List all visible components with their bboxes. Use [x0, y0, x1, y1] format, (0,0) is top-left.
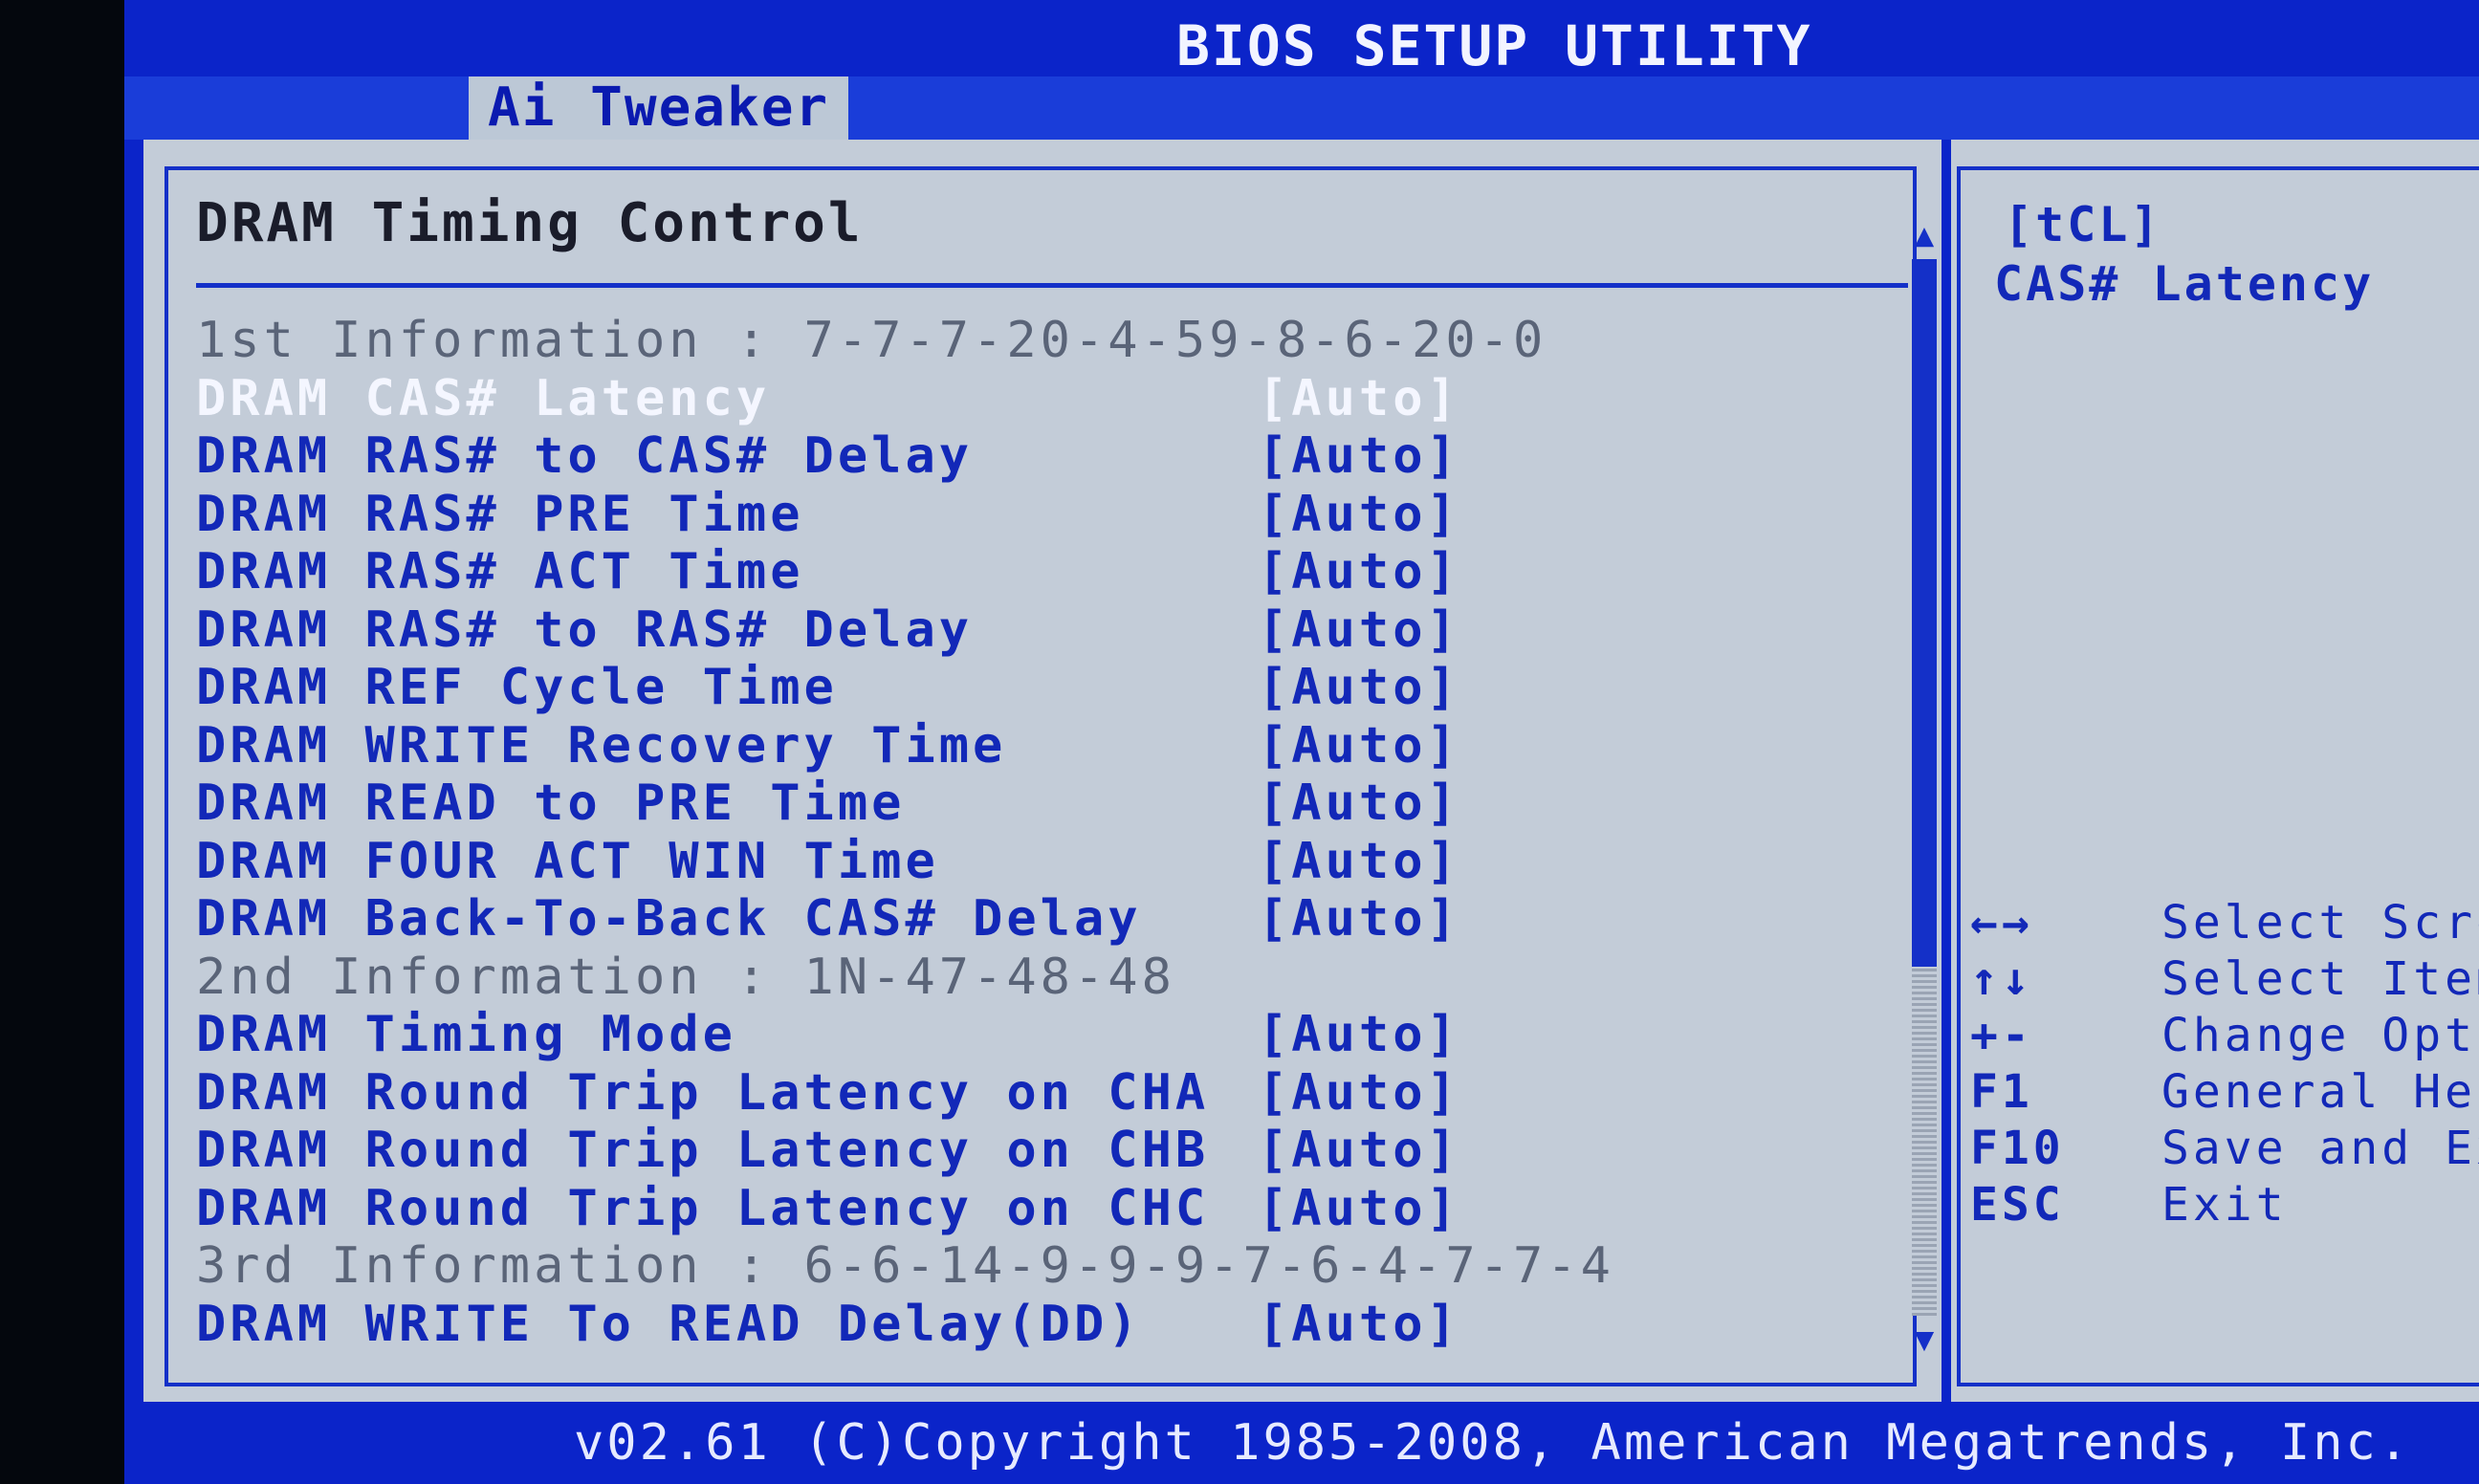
setting-value[interactable]: [Auto] [1258, 427, 1460, 486]
help-panel: [tCL] CAS# Latency ←→ Select Scre ↑↓ Select… [1951, 140, 2479, 1402]
setting-row[interactable]: DRAM Timing Mode [Auto] [196, 1006, 1822, 1064]
key-name: ←→ [1970, 896, 2033, 949]
setting-value[interactable]: [Auto] [1258, 833, 1460, 891]
info-line: 3rd Information : 6-6-14-9-9-9-7-6-4-7-7… [196, 1237, 1822, 1296]
setting-row[interactable]: DRAM WRITE To READ Delay(DD) [Auto] [196, 1296, 1822, 1354]
key-legend-item: +- Change Opti [1970, 1008, 2479, 1064]
key-description: Change Opti [2161, 1009, 2479, 1062]
key-name: F1 [1970, 1065, 2033, 1119]
setting-value[interactable]: [Auto] [1258, 543, 1460, 601]
footer: v02.61 (C)Copyright 1985-2008, American … [124, 1402, 2479, 1484]
title-divider [196, 283, 1908, 288]
setting-row[interactable]: DRAM FOUR ACT WIN Time [Auto] [196, 833, 1822, 891]
scroll-thumb[interactable] [1912, 259, 1937, 967]
settings-list: 1st Information : 7-7-7-20-4-59-8-6-20-0… [196, 312, 1822, 1353]
setting-label: DRAM Round Trip Latency on CHA [196, 1063, 1210, 1122]
section-title: DRAM Timing Control [196, 192, 864, 254]
setting-value[interactable]: [Auto] [1258, 486, 1460, 544]
main-panel: DRAM Timing Control 1st Information : 7-… [143, 140, 1942, 1402]
setting-label: DRAM Back-To-Back CAS# Delay [196, 890, 1142, 948]
info-text: 3rd Information : 6-6-14-9-9-9-7-6-4-7-7… [196, 1237, 1614, 1295]
key-legend-item: ↑↓ Select Item [1970, 951, 2479, 1008]
bios-screen: BIOS SETUP UTILITY Ai Tweaker DRAM Timin… [124, 0, 2479, 1484]
info-text: 2nd Information : 1N-47-48-48 [196, 948, 1175, 1006]
setting-value[interactable]: [Auto] [1258, 370, 1460, 428]
copyright-text: v02.61 (C)Copyright 1985-2008, American … [574, 1414, 2412, 1472]
setting-label: DRAM WRITE To READ Delay(DD) [196, 1295, 1142, 1353]
setting-row[interactable]: DRAM RAS# to RAS# Delay [Auto] [196, 601, 1822, 660]
setting-value[interactable]: [Auto] [1258, 1296, 1460, 1354]
key-description: Select Scre [2161, 896, 2479, 949]
setting-label: DRAM REF Cycle Time [196, 659, 838, 716]
setting-row[interactable]: DRAM RAS# to CAS# Delay [Auto] [196, 427, 1822, 486]
scrollbar[interactable]: ▲ ▼ [1908, 216, 1941, 1364]
setting-value[interactable]: [Auto] [1258, 717, 1460, 775]
setting-label: DRAM Round Trip Latency on CHB [196, 1122, 1210, 1179]
key-legend-item: F10 Save and Ex [1970, 1121, 2479, 1177]
help-item-key: [tCL] [2004, 197, 2162, 252]
key-legend-item: ESC Exit [1970, 1177, 2479, 1233]
key-description: Save and Ex [2161, 1122, 2479, 1175]
setting-value[interactable]: [Auto] [1258, 775, 1460, 833]
key-legend-item: F1 General Hel [1970, 1064, 2479, 1121]
setting-row[interactable]: DRAM Round Trip Latency on CHB [Auto] [196, 1122, 1822, 1180]
setting-label: DRAM CAS# Latency [196, 369, 771, 427]
key-name: ↑↓ [1970, 952, 2033, 1006]
setting-row[interactable]: DRAM Round Trip Latency on CHC [Auto] [196, 1180, 1822, 1238]
setting-label: DRAM WRITE Recovery Time [196, 716, 1007, 775]
setting-value[interactable]: [Auto] [1258, 1180, 1460, 1238]
window-title: BIOS SETUP UTILITY [1176, 13, 1812, 78]
setting-row[interactable]: DRAM RAS# ACT Time [Auto] [196, 543, 1822, 601]
setting-label: DRAM Timing Mode [196, 1006, 736, 1063]
key-description: Select Item [2161, 952, 2479, 1006]
key-name: ESC [1970, 1178, 2065, 1232]
key-legend-item: ←→ Select Scre [1970, 895, 2479, 951]
scroll-track[interactable] [1912, 967, 1937, 1316]
key-description: Exit [2161, 1178, 2288, 1232]
setting-row[interactable]: DRAM RAS# PRE Time [Auto] [196, 486, 1822, 544]
setting-value[interactable]: [Auto] [1258, 659, 1460, 717]
setting-row[interactable]: DRAM REF Cycle Time [Auto] [196, 659, 1822, 717]
setting-row[interactable]: DRAM Round Trip Latency on CHA [Auto] [196, 1064, 1822, 1123]
setting-row[interactable]: DRAM WRITE Recovery Time [Auto] [196, 717, 1822, 775]
tab-ai-tweaker[interactable]: Ai Tweaker [469, 76, 849, 140]
setting-value[interactable]: [Auto] [1258, 1122, 1460, 1180]
setting-label: DRAM RAS# to CAS# Delay [196, 427, 974, 485]
setting-label: DRAM RAS# PRE Time [196, 485, 804, 543]
setting-label: DRAM FOUR ACT WIN Time [196, 832, 939, 890]
setting-row[interactable]: DRAM Back-To-Back CAS# Delay [Auto] [196, 890, 1822, 949]
info-text: 1st Information : 7-7-7-20-4-59-8-6-20-0 [196, 312, 1547, 369]
setting-label: DRAM READ to PRE Time [196, 775, 906, 832]
scroll-down-icon[interactable]: ▼ [1908, 1320, 1941, 1359]
setting-label: DRAM RAS# ACT Time [196, 543, 804, 600]
key-name: +- [1970, 1009, 2033, 1062]
key-legend: ←→ Select Scre ↑↓ Select Item +- Change Opti F… [1970, 895, 2479, 1233]
setting-value[interactable]: [Auto] [1258, 601, 1460, 660]
scroll-up-icon[interactable]: ▲ [1908, 216, 1941, 254]
setting-row[interactable]: DRAM READ to PRE Time [Auto] [196, 775, 1822, 833]
setting-row-selected[interactable]: DRAM CAS# Latency [Auto] [196, 370, 1822, 428]
key-description: General Hel [2161, 1065, 2479, 1119]
setting-label: DRAM RAS# to RAS# Delay [196, 600, 974, 659]
key-name: F10 [1970, 1122, 2065, 1175]
setting-value[interactable]: [Auto] [1258, 1006, 1460, 1064]
info-line: 1st Information : 7-7-7-20-4-59-8-6-20-0 [196, 312, 1822, 370]
help-item-description: CAS# Latency [1994, 256, 2375, 312]
setting-value[interactable]: [Auto] [1258, 1064, 1460, 1123]
setting-label: DRAM Round Trip Latency on CHC [196, 1179, 1210, 1237]
info-line: 2nd Information : 1N-47-48-48 [196, 949, 1822, 1007]
setting-value[interactable]: [Auto] [1258, 890, 1460, 949]
tab-bar: Ai Tweaker [124, 76, 2479, 140]
